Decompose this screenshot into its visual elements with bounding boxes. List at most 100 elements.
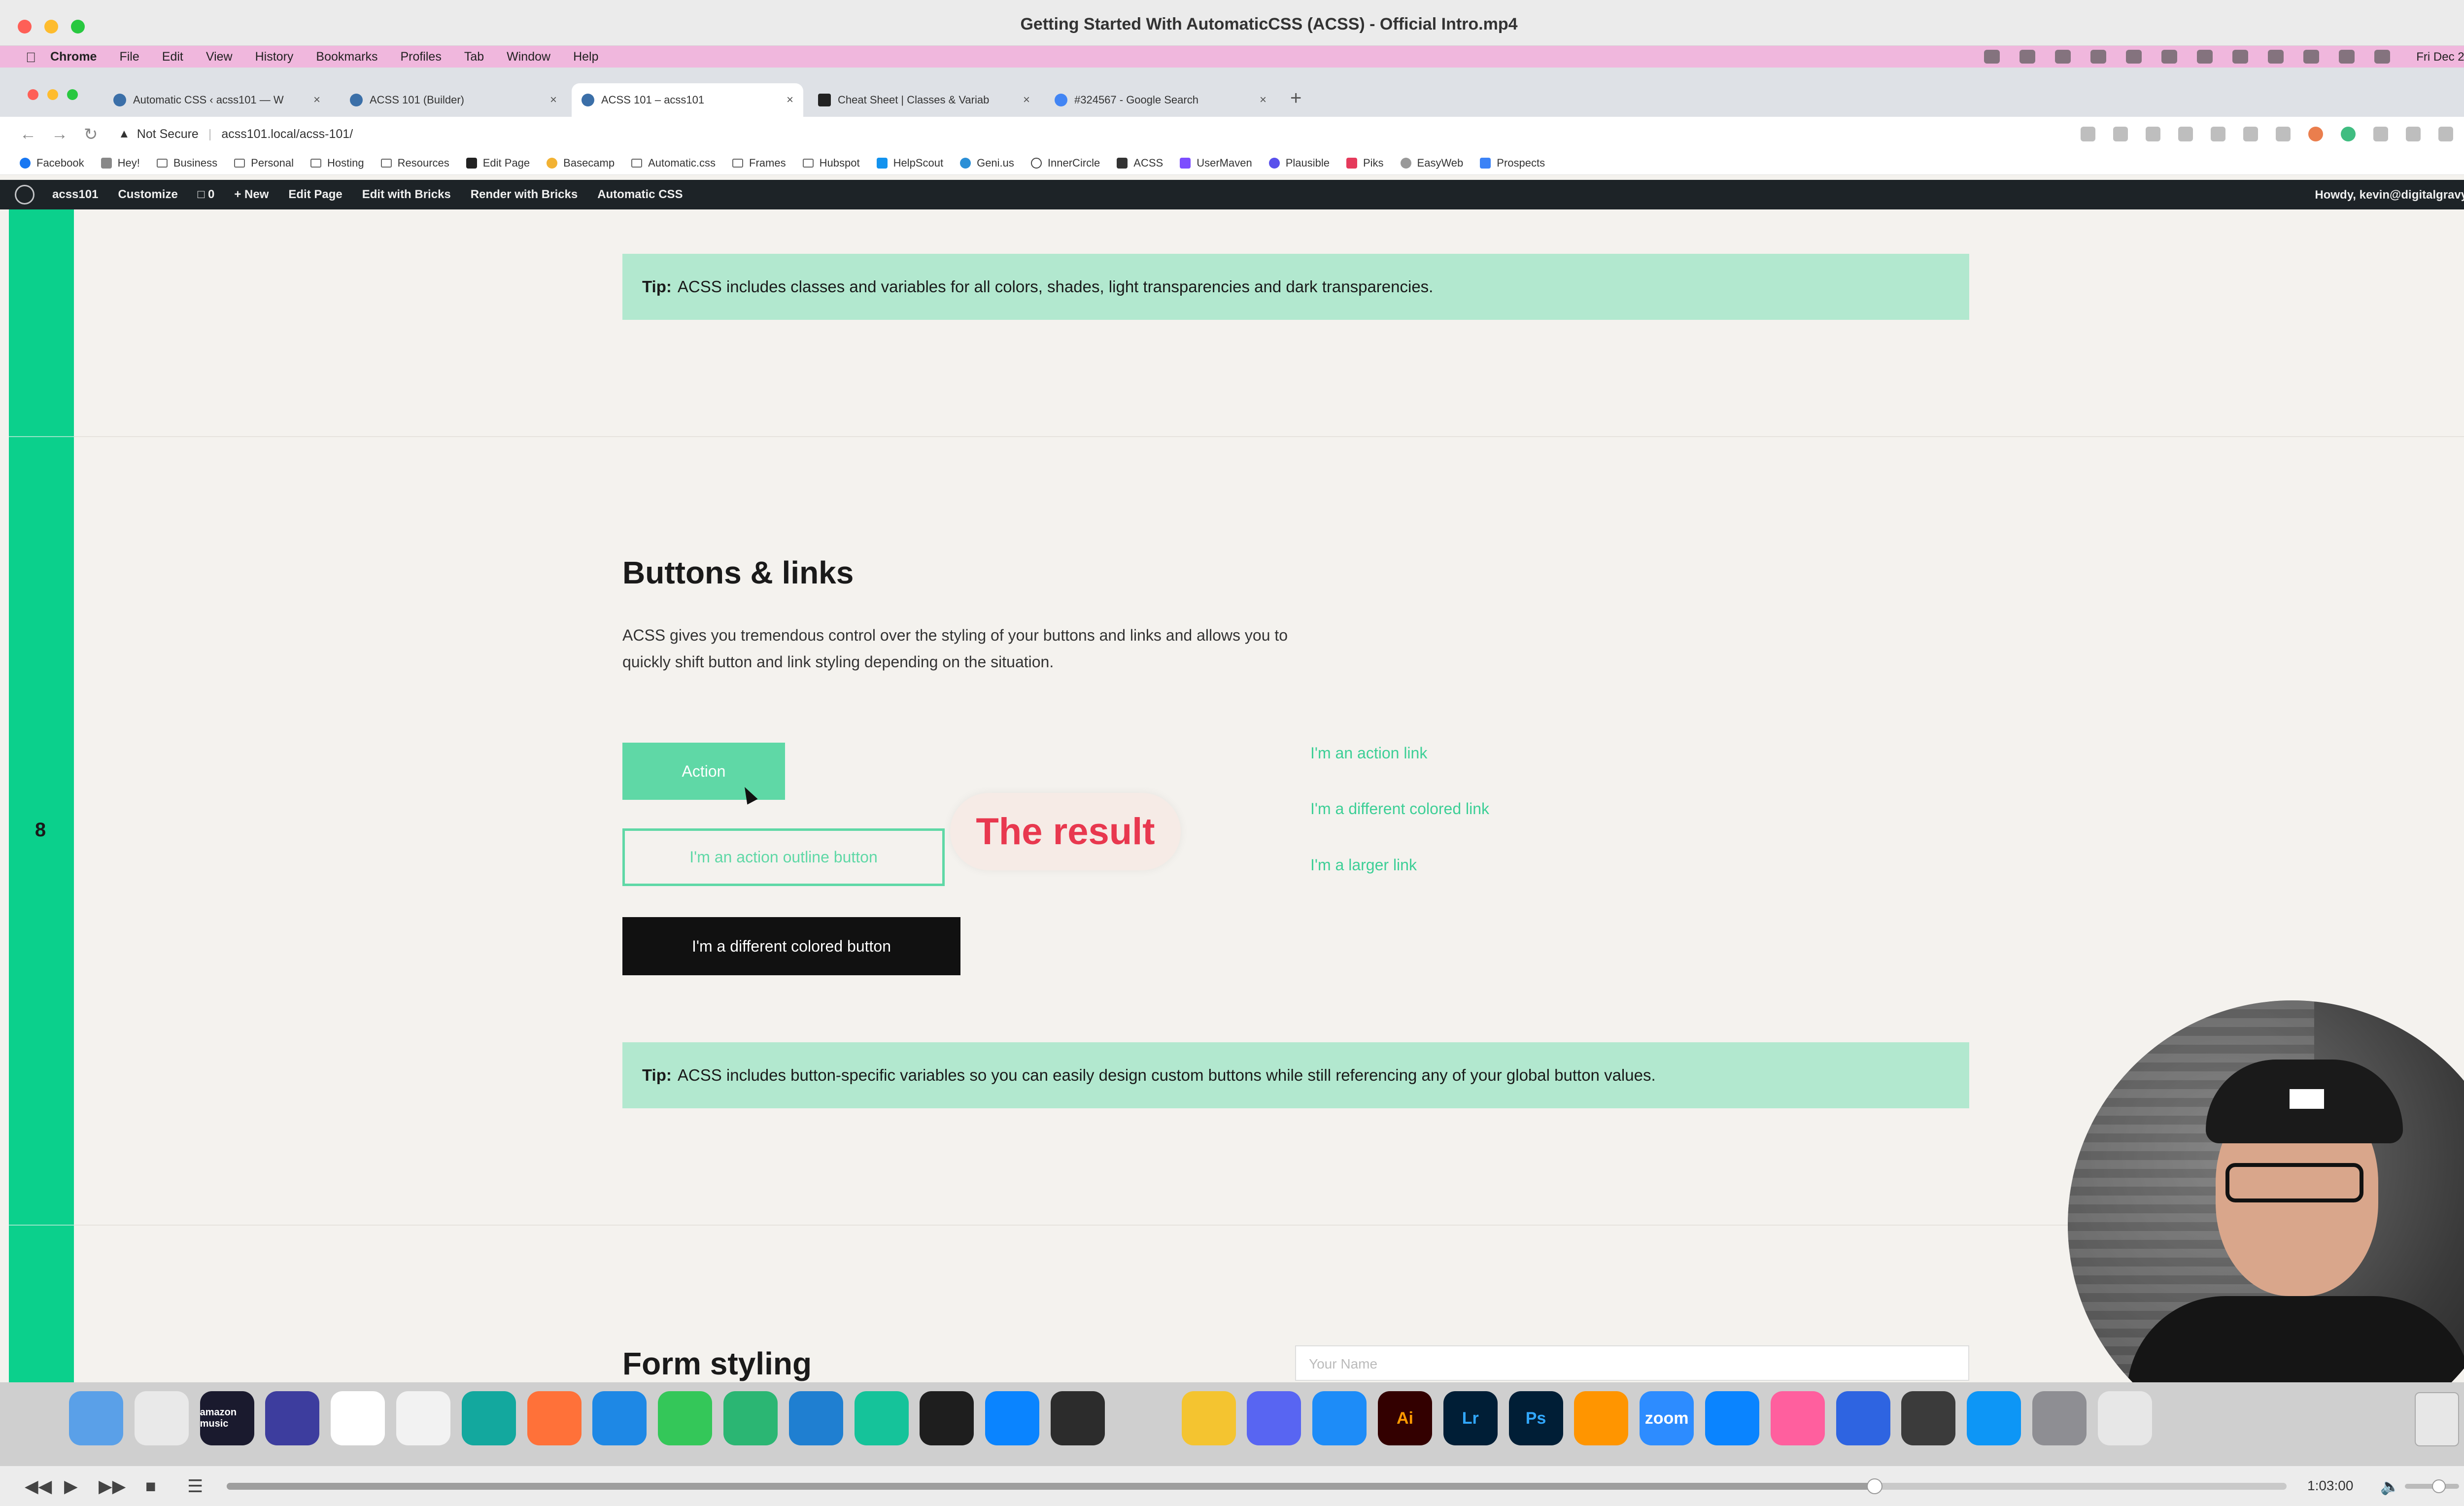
app-icon[interactable] [1705,1391,1759,1445]
safari-icon[interactable] [592,1391,647,1445]
bookmark-resources[interactable]: Resources [380,157,449,170]
larger-link[interactable]: I'm a larger link [1310,856,1417,874]
tab-acss-builder[interactable]: ACSS 101 (Builder) × [340,83,567,117]
finder-icon[interactable] [69,1391,123,1445]
1password-icon[interactable] [1836,1391,1890,1445]
minimize-icon[interactable] [47,89,58,100]
bookmark-basecamp[interactable]: Basecamp [547,157,615,170]
grammarly-icon[interactable] [854,1391,909,1445]
address-bar[interactable]: ▲ Not Secure | acss101.local/acss-101/ [118,122,353,146]
tab-automatic-css[interactable]: Automatic CSS ‹ acss101 — W × [103,83,330,117]
forward-icon[interactable]: → [51,125,68,144]
status-icon[interactable] [2090,50,2106,64]
wp-edit-page-link[interactable]: Edit Page [288,188,342,202]
different-colored-link[interactable]: I'm a different colored link [1310,800,1489,818]
action-outline-button[interactable]: I'm an action outline button [622,828,945,886]
app-icon[interactable] [723,1391,778,1445]
wp-customize-link[interactable]: Customize [118,188,177,202]
app-icon[interactable] [1770,1391,1825,1445]
status-icon[interactable] [2126,50,2142,64]
action-link[interactable]: I'm an action link [1310,744,1427,762]
wp-new-link[interactable]: + New [234,188,269,202]
close-icon[interactable] [28,89,38,100]
volume-icon[interactable]: 🔈 [2380,1477,2400,1496]
trash-icon[interactable] [2415,1392,2459,1446]
menu-edit[interactable]: Edit [162,50,183,64]
app-icon[interactable] [265,1391,320,1445]
close-icon[interactable]: × [787,93,793,107]
chrome-icon[interactable] [331,1391,385,1445]
app-store-icon[interactable] [1967,1391,2021,1445]
search-icon[interactable] [2303,50,2319,64]
maximize-icon[interactable] [67,89,78,100]
firefox-icon[interactable] [527,1391,582,1445]
bookmark-star-icon[interactable] [2113,127,2128,141]
bookmark-prospects[interactable]: Prospects [1480,157,1545,170]
play-icon[interactable]: ▶ [64,1476,78,1497]
extension-icon[interactable] [2341,127,2356,141]
stop-icon[interactable]: ■ [145,1476,156,1497]
close-icon[interactable]: × [313,93,320,107]
back-icon[interactable]: ← [20,125,36,144]
final-cut-icon[interactable] [1050,1391,1105,1445]
action-button[interactable]: Action [622,743,785,800]
status-icon[interactable] [2019,50,2035,64]
different-colored-button[interactable]: I'm a different colored button [622,917,960,975]
share-icon[interactable] [2081,127,2095,141]
launchpad-icon[interactable] [134,1391,189,1445]
vscode-icon[interactable] [788,1391,843,1445]
app-icon[interactable] [461,1391,516,1445]
illustrator-icon[interactable]: Ai [1377,1391,1432,1445]
bookmark-automaticcss[interactable]: Automatic.css [631,157,716,170]
bookmark-usermaven[interactable]: UserMaven [1180,157,1252,170]
control-center-icon[interactable] [2339,50,2355,64]
menu-profiles[interactable]: Profiles [400,50,441,64]
bookmark-business[interactable]: Business [156,157,217,170]
wp-site-link[interactable]: acss101 [52,188,98,202]
menu-tab[interactable]: Tab [464,50,484,64]
status-icon[interactable] [1984,50,2000,64]
progress-knob[interactable] [1867,1478,1882,1494]
status-icon[interactable] [2161,50,2177,64]
menu-file[interactable]: File [119,50,139,64]
bookmark-hubspot[interactable]: Hubspot [802,157,860,170]
amazon-music-icon[interactable]: amazon music [200,1391,254,1445]
figma-icon[interactable] [920,1391,974,1445]
wordpress-icon[interactable] [15,185,34,205]
bookmark-helpscout[interactable]: HelpScout [876,157,943,170]
volume-knob[interactable] [2432,1479,2446,1493]
chapters-icon[interactable]: ☰ [187,1476,203,1497]
close-icon[interactable]: × [1260,93,1266,107]
lightroom-icon[interactable]: Lr [1443,1391,1498,1445]
fast-forward-icon[interactable]: ▶▶ [99,1476,126,1497]
extension-icon[interactable] [2211,127,2225,141]
your-name-input[interactable]: Your Name [1295,1345,1969,1381]
extension-icon[interactable] [2276,127,2291,141]
app-icon[interactable] [1116,1391,1170,1445]
tab-acss-101[interactable]: ACSS 101 – acss101 × [572,83,803,117]
wp-edit-bricks-link[interactable]: Edit with Bricks [362,188,451,202]
menu-view[interactable]: View [206,50,233,64]
wifi-icon[interactable] [2268,50,2284,64]
extension-icon[interactable] [2243,127,2258,141]
bookmark-personal[interactable]: Personal [234,157,294,170]
tab-google-search[interactable]: #324567 - Google Search × [1045,83,1276,117]
bookmark-innercircle[interactable]: InnerCircle [1030,157,1100,170]
wp-automatic-css-link[interactable]: Automatic CSS [597,188,683,202]
wp-howdy-account[interactable]: Howdy, kevin@digitalgravy.co [2315,188,2464,202]
reload-icon[interactable]: ↻ [84,125,98,144]
extension-icon[interactable] [2178,127,2193,141]
bookmark-hosting[interactable]: Hosting [310,157,364,170]
menubar-clock[interactable]: Fri Dec 2 12:09 PM [2416,50,2464,64]
photoshop-icon[interactable]: Ps [1508,1391,1563,1445]
messages-icon[interactable] [658,1391,713,1445]
video-progress-bar[interactable] [227,1478,2287,1494]
app-icon[interactable] [396,1391,450,1445]
menu-window[interactable]: Window [507,50,550,64]
extension-icon[interactable] [2373,127,2388,141]
bookmark-plausible[interactable]: Plausible [1268,157,1330,170]
app-icon[interactable] [1574,1391,1629,1445]
sidebar-icon[interactable] [2438,127,2453,141]
menu-bookmarks[interactable]: Bookmarks [316,50,377,64]
keynote-icon[interactable] [1312,1391,1367,1445]
